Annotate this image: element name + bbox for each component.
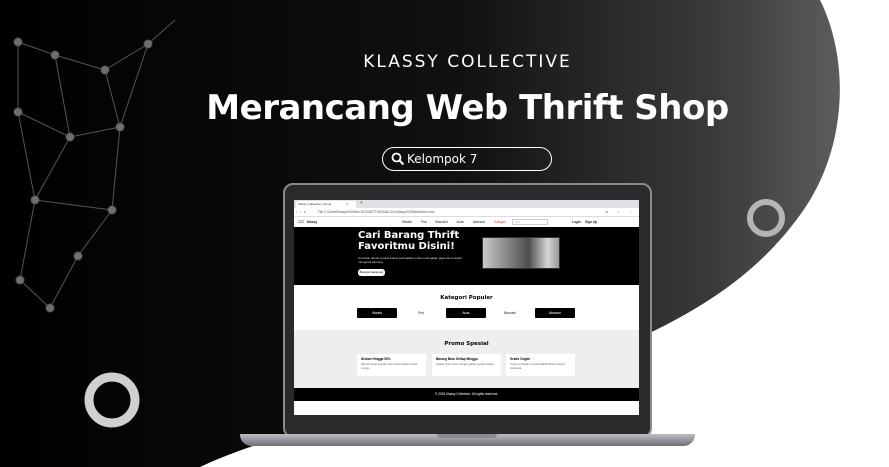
site-footer: © 2026 Klassy Collective. All rights res… <box>294 388 639 406</box>
browser-tab[interactable]: Klassy Collective | Home × <box>296 201 356 208</box>
promo-card-desc: Update stok terbaru dengan pilihan produ… <box>436 363 495 366</box>
new-tab-icon[interactable]: + <box>360 200 363 207</box>
group-badge: Kelompok 7 <box>382 147 552 171</box>
brand-name: KLASSY COLLECTIVE <box>363 52 572 72</box>
categories-heading: Kategori Populer <box>440 295 493 301</box>
back-forward-icon[interactable]: ‹ › ↻ <box>296 210 308 214</box>
nav-link-branded[interactable]: Branded <box>435 220 447 224</box>
browser-address-bar[interactable]: ‹ › ↻ File C:/Users/Klassy%20Web-2023092… <box>294 208 639 217</box>
promo-card-title: Diskon Hingga 50% <box>361 357 391 361</box>
site-logo[interactable]: Klassy <box>307 220 317 224</box>
site-search-input[interactable]: Cari <box>512 219 548 225</box>
nav-link-pria[interactable]: Pria <box>421 220 427 224</box>
nav-link-kategori[interactable]: Kategori <box>494 220 506 224</box>
signup-link[interactable]: Sign Up <box>585 220 597 224</box>
promo-card: Diskon Hingga 50% Nikmati harga spesial … <box>357 354 426 376</box>
close-icon[interactable]: × <box>346 201 348 207</box>
slide: KLASSY COLLECTIVE Merancang Web Thrift S… <box>0 0 889 467</box>
hero-image <box>482 237 560 269</box>
category-button-pria[interactable]: Pria <box>401 308 441 318</box>
browser-tabbar: Klassy Collective | Home × + <box>294 200 639 208</box>
site-logo-prefix: ZZZ <box>298 220 304 224</box>
category-button-wanita[interactable]: Wanita <box>357 308 397 318</box>
site-nav-links: Wanita Pria Branded Anak Aksesori Katego… <box>402 220 506 224</box>
promo-card-desc: Untuk pembelian minimal Rp100.000 ke sel… <box>510 363 566 370</box>
promo-card: Gratis Ongkir Untuk pembelian minimal Rp… <box>506 354 575 376</box>
hero-title-line2: Favoritmu Disini! <box>358 241 455 252</box>
promo-card-title: Gratis Ongkir <box>510 357 531 361</box>
promo-card-title: Barang Baru Setiap Minggu <box>436 357 478 361</box>
special-promo: Promo Spesial Diskon Hingga 50% Nikmati … <box>294 331 639 388</box>
popular-categories: Kategori Populer Wanita Pria Anak Brande… <box>294 285 639 331</box>
promo-card-desc: Nikmati harga spesial untuk koleksi pili… <box>361 363 418 370</box>
laptop-notch <box>437 434 497 438</box>
promo-heading: Promo Spesial <box>444 341 489 347</box>
site-hero: Cari Barang Thrift Favoritmu Disini! Tem… <box>294 227 639 285</box>
hero-description: Temukan ribuan produk bekas berkualitas … <box>358 256 462 264</box>
hero-shop-button[interactable]: Belanja Sekarang <box>358 269 385 276</box>
browser-tab-title: Klassy Collective | Home <box>298 202 332 206</box>
hero-title-line1: Cari Barang Thrift <box>358 230 460 241</box>
browser-toolbar-icons[interactable]: ⚙ ☆ ⋯ <box>605 210 636 214</box>
search-icon <box>391 152 405 166</box>
slide-title: Merancang Web Thrift Shop <box>206 88 729 128</box>
nav-link-anak[interactable]: Anak <box>457 220 464 224</box>
category-button-anak[interactable]: Anak <box>446 308 486 318</box>
hero-title: Cari Barang Thrift Favoritmu Disini! <box>358 230 459 252</box>
category-button-aksesori[interactable]: Aksesori <box>535 308 575 318</box>
category-button-branded[interactable]: Branded <box>490 308 530 318</box>
nav-link-wanita[interactable]: Wanita <box>402 220 412 224</box>
site-auth-links: Login Sign Up <box>572 220 597 224</box>
login-link[interactable]: Login <box>572 220 581 224</box>
laptop-screen: Klassy Collective | Home × + ‹ › ↻ File … <box>294 200 639 415</box>
promo-card: Barang Baru Setiap Minggu Update stok te… <box>432 354 501 376</box>
site-navbar: ZZZ Klassy Wanita Pria Branded Anak Akse… <box>294 217 639 227</box>
nav-link-aksesori[interactable]: Aksesori <box>473 220 485 224</box>
group-badge-label: Kelompok 7 <box>407 152 478 166</box>
browser-url[interactable]: File C:/Users/Klassy%20Web-20230927T0419… <box>318 210 434 214</box>
